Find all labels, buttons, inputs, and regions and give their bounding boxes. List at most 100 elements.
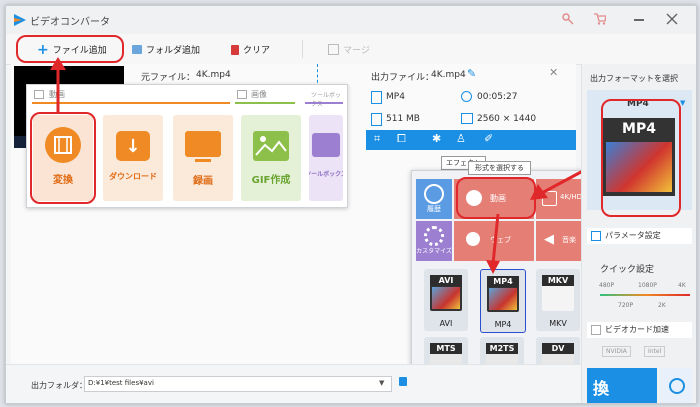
add-file-highlight [16, 35, 124, 63]
res-480p: 480P [599, 282, 615, 289]
cart-icon[interactable] [594, 13, 607, 25]
format-popup-hint: 形式を選択する [468, 161, 531, 175]
output-folder-dropdown-icon[interactable]: ▼ [379, 379, 384, 387]
gif-tile-label: GIF作成 [251, 175, 291, 186]
monitor-icon [185, 131, 221, 157]
format-avi-label: AVI [439, 319, 453, 328]
right-panel-title: 出力フォーマットを選択 [590, 74, 678, 83]
format-avi[interactable]: AVI AVI [424, 269, 468, 331]
subtitle-icon[interactable]: ✐ [484, 132, 493, 145]
category-music-label: 音楽 [562, 236, 576, 244]
alarm-button[interactable] [660, 368, 692, 403]
history-icon [424, 184, 444, 204]
quality-slider[interactable] [600, 294, 690, 296]
mts-tag: MTS [430, 343, 462, 354]
category-customize-label: カスタマイズ [416, 248, 452, 255]
monitor-stand-icon [195, 159, 211, 162]
category-customize[interactable]: カスタマイズ [416, 221, 452, 261]
alarm-clock-icon [669, 378, 685, 394]
param-settings-icon [591, 231, 601, 241]
res-1080p: 1080P [638, 282, 657, 289]
close-icon[interactable] [666, 13, 678, 25]
gear-icon [424, 226, 444, 246]
output-file-name: 4K.mp4 [431, 70, 466, 80]
image-section-title: 画像 [251, 90, 267, 99]
format-mp4-label: MP4 [494, 320, 512, 329]
image-section-underline [235, 102, 295, 104]
resolution-icon [461, 113, 473, 124]
run-button-label: 換 [593, 379, 610, 398]
download-icon: ↓ [116, 131, 150, 161]
mkv-tag: MKV [542, 275, 574, 286]
output-folder-input[interactable]: D:¥1¥test files¥avi ▼ [84, 376, 392, 392]
output-folder-label: 出力フォルダ： [31, 381, 87, 390]
merge-label: マージ [343, 46, 370, 56]
effect-icon[interactable]: ✱ [432, 132, 441, 145]
clock-icon [461, 91, 472, 102]
output-duration: 00:05:27 [477, 92, 518, 102]
title-bar: ビデオコンバータ [6, 6, 696, 34]
record-tile-label: 録画 [193, 176, 213, 187]
avi-tag: AVI [430, 275, 462, 286]
format-icon [371, 91, 382, 104]
output-folder-path: D:¥1¥test files¥avi [88, 379, 154, 387]
minimize-icon[interactable] [634, 19, 644, 21]
gif-tile[interactable]: GIF作成 [241, 115, 301, 201]
key-icon[interactable] [562, 13, 574, 25]
add-folder-label: フォルダ追加 [146, 46, 201, 56]
res-4k: 4K [678, 282, 686, 289]
mkv-icon: MKV [542, 275, 574, 311]
download-tile[interactable]: ↓ ダウンロード [103, 115, 163, 201]
source-file-name: 4K.mp4 [196, 70, 231, 80]
crop-icon[interactable]: ⌗ [374, 132, 380, 146]
selected-format-highlight [601, 99, 681, 217]
crop-tool-icon[interactable]: ⧠ [397, 132, 406, 146]
dv-tag: DV [542, 343, 574, 354]
format-mp4[interactable]: MP4 MP4 [480, 269, 526, 333]
merge-icon [328, 44, 339, 55]
function-panel: 動画 画像 ツールボックス 変換 ↓ ダウンロード 録画 GIF作成 [26, 84, 348, 208]
param-settings-button[interactable]: パラメータ設定 [587, 228, 692, 244]
merge-button[interactable]: マージ [328, 43, 370, 56]
record-tile[interactable]: 録画 [173, 115, 233, 201]
dropdown-icon: ▼ [680, 99, 686, 107]
category-history-label: 履歴 [427, 205, 441, 213]
mp4-tag: MP4 [487, 276, 519, 287]
convert-tile-highlight [30, 112, 96, 204]
category-history[interactable]: 履歴 [416, 179, 452, 219]
gpu-accel-box[interactable]: ビデオカード加速 [587, 322, 692, 338]
output-size: 511 MB [386, 114, 420, 124]
filesize-icon [371, 113, 382, 126]
quick-settings-label: クイック設定 [600, 265, 655, 275]
run-button[interactable]: 換 [587, 368, 657, 403]
right-panel: 出力フォーマットを選択 MP4 ▼ MP4 パラメータ設定 クイック設定 480… [581, 64, 696, 403]
open-folder-icon[interactable] [399, 377, 407, 386]
arrow-to-mp4 [486, 213, 500, 274]
image-section-icon [237, 90, 247, 99]
edit-name-icon[interactable]: ✎ [467, 67, 476, 80]
m2ts-tag: M2TS [486, 343, 518, 354]
add-folder-button[interactable]: フォルダ追加 [132, 43, 200, 56]
speaker-icon: ◀ [544, 232, 554, 247]
image-icon [253, 131, 289, 161]
res-2k: 2K [658, 302, 666, 309]
remove-file-icon[interactable]: ✕ [549, 66, 558, 79]
nvidia-badge: NVIDIA [602, 346, 631, 357]
clear-button[interactable]: クリア [231, 43, 270, 56]
gpu-accel-label: ビデオカード加速 [605, 325, 669, 334]
browser-icon [466, 232, 480, 246]
gpu-accel-checkbox[interactable] [591, 325, 601, 335]
output-folder-bar: 出力フォルダ： D:¥1¥test files¥avi ▼ [6, 364, 581, 403]
trash-icon [231, 44, 239, 55]
clear-label: クリア [243, 46, 271, 56]
app-title: ビデオコンバータ [30, 17, 110, 28]
toolbox-tile[interactable]: ツールボックス [309, 115, 343, 201]
app-logo-icon [14, 14, 26, 26]
format-mkv[interactable]: MKV MKV [536, 269, 580, 331]
watermark-icon[interactable]: ♙ [456, 132, 466, 145]
arrow-to-add-file [50, 57, 66, 114]
intel-badge: Intel [644, 346, 666, 357]
toolbox-tile-label: ツールボックス [309, 171, 343, 178]
output-resolution: 2560 × 1440 [477, 114, 537, 124]
app-window: ビデオコンバータ + ファイル追加 フォルダ追加 クリア マージ 元ファイル： … [5, 5, 697, 404]
